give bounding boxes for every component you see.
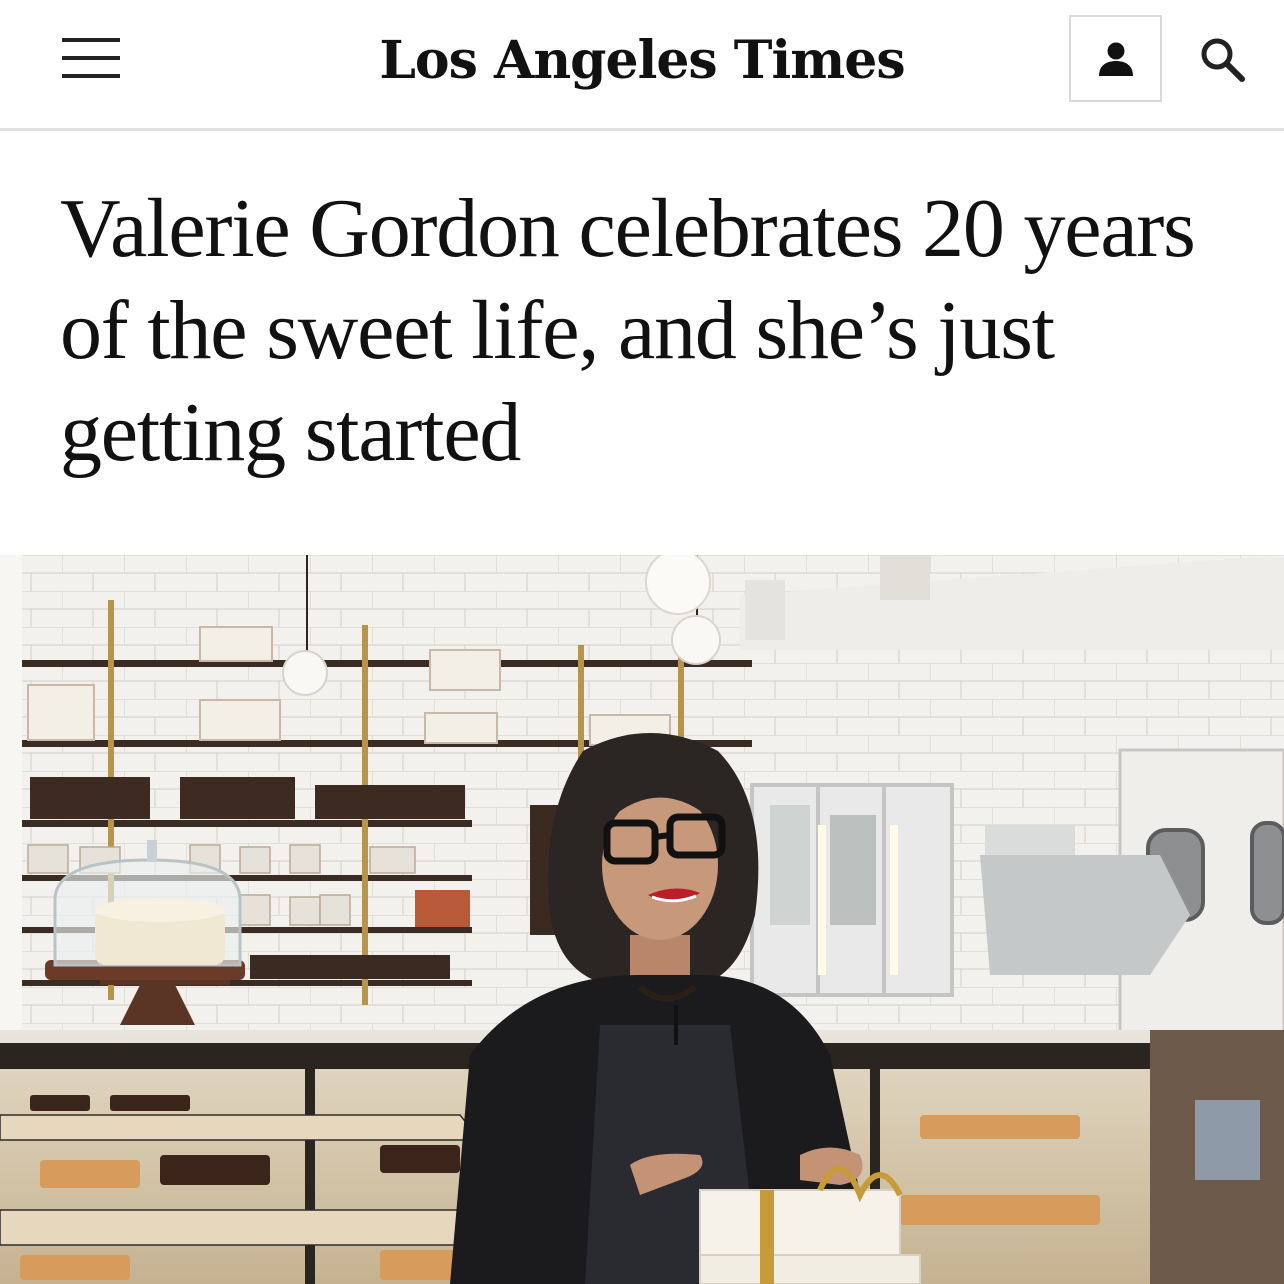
search-icon [1201,38,1245,82]
search-button[interactable] [1190,28,1256,92]
menu-button[interactable] [56,30,128,86]
site-header: Los Angeles Times [0,0,1284,131]
hero-photo [0,555,1284,1284]
user-icon [1098,42,1133,76]
account-button[interactable] [1069,15,1162,102]
masthead-logo[interactable]: Los Angeles Times [330,22,954,98]
article-headline[interactable]: Valerie Gordon celebrates 20 years of th… [60,178,1240,484]
